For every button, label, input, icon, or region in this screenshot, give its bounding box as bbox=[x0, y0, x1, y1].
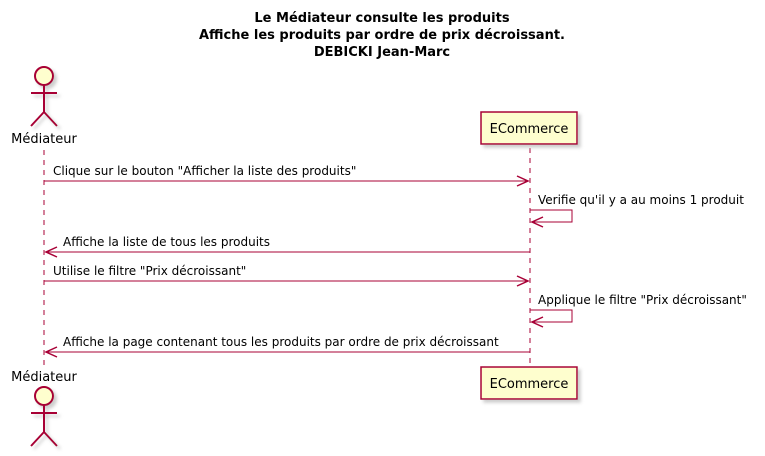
actor-label-bottom: Médiateur bbox=[11, 370, 77, 385]
diagram-title-line-3: DEBICKI Jean-Marc bbox=[314, 45, 450, 60]
message-1-label: Clique sur le bouton "Afficher la liste … bbox=[53, 164, 356, 178]
participant-label-bottom: ECommerce bbox=[490, 377, 569, 392]
actor-label-top: Médiateur bbox=[11, 132, 77, 147]
message-3-label: Affiche la liste de tous les produits bbox=[63, 235, 270, 249]
message-5-label: Applique le filtre "Prix décroissant" bbox=[538, 293, 747, 307]
sequence-diagram: Le Médiateur consulte les produits Affic… bbox=[11, 11, 747, 447]
message-6-label: Affiche la page contenant tous les produ… bbox=[63, 335, 499, 349]
diagram-title-line-1: Le Médiateur consulte les produits bbox=[254, 11, 509, 26]
diagram-title-line-2: Affiche les produits par ordre de prix d… bbox=[199, 28, 565, 43]
message-4-label: Utilise le filtre "Prix décroissant" bbox=[53, 264, 246, 278]
participant-label-top: ECommerce bbox=[490, 122, 569, 137]
message-2-label: Verifie qu'il y a au moins 1 produit bbox=[538, 193, 744, 207]
actor-icon-bottom bbox=[30, 386, 58, 447]
actor-icon bbox=[30, 66, 58, 127]
